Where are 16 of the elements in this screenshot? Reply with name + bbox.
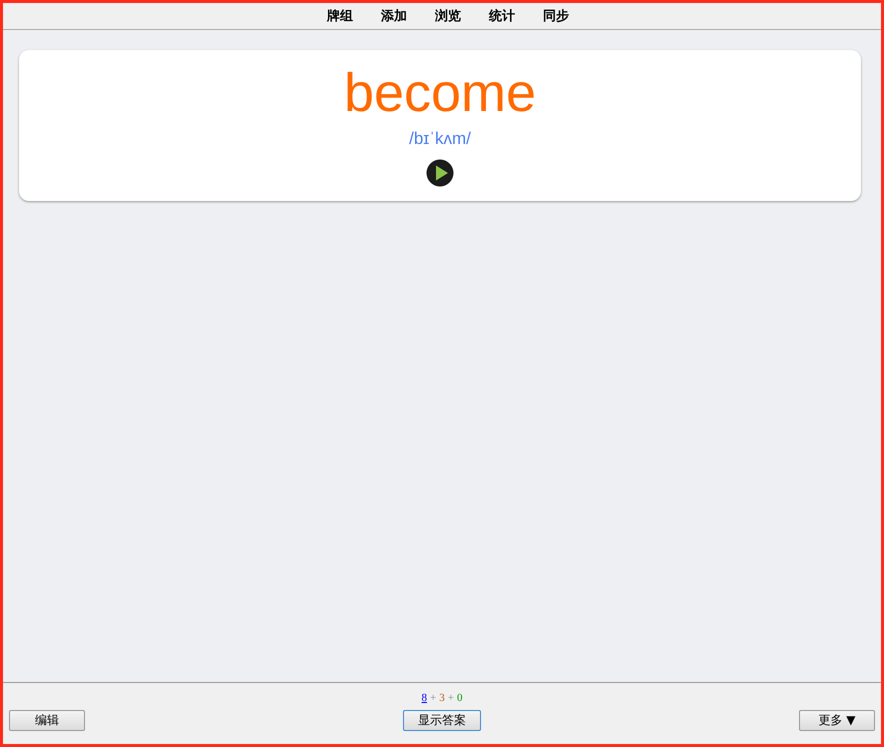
- edit-button[interactable]: 编辑: [9, 710, 85, 731]
- toolbar-link[interactable]: 统计: [488, 7, 516, 25]
- word-text: become: [344, 64, 536, 124]
- phonetic-text: /bɪˈkʌm/: [409, 129, 471, 150]
- play-icon[interactable]: [426, 159, 454, 188]
- show-answer-button[interactable]: 显示答案: [403, 710, 481, 731]
- plus-sign: +: [430, 692, 436, 704]
- card-count: 8: [422, 692, 428, 704]
- more-button[interactable]: 更多 ▼: [799, 710, 875, 731]
- toolbar-link[interactable]: 牌组: [326, 7, 354, 25]
- toolbar-link[interactable]: 浏览: [434, 7, 462, 25]
- toolbar-link[interactable]: 添加: [380, 7, 408, 25]
- toolbar-link[interactable]: 同步: [542, 7, 570, 25]
- plus-sign: +: [448, 692, 454, 704]
- card-count: 3: [439, 692, 445, 704]
- card-count: 0: [456, 692, 462, 704]
